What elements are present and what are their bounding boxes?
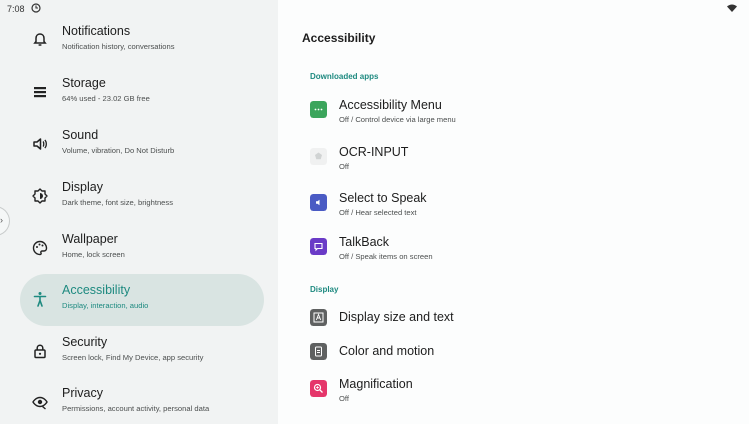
sidebar-item-subtitle: 64% used - 23.02 GB free xyxy=(62,94,150,103)
sidebar-item-display[interactable]: Display Dark theme, font size, brightnes… xyxy=(20,171,264,223)
sidebar-item-subtitle: Screen lock, Find My Device, app securit… xyxy=(62,353,204,362)
bell-icon xyxy=(33,33,47,46)
pref-title: Display size and text xyxy=(339,310,454,324)
display-size-icon xyxy=(310,309,327,326)
pref-title: TalkBack xyxy=(339,235,390,249)
pref-title: Select to Speak xyxy=(339,191,427,205)
sidebar-item-title: Notifications xyxy=(62,24,131,38)
pref-title: Magnification xyxy=(339,377,413,391)
color-motion-icon xyxy=(310,343,327,360)
pref-title: Color and motion xyxy=(339,344,435,358)
sidebar-item-storage[interactable]: Storage 64% used - 23.02 GB free xyxy=(20,67,264,119)
eye-icon xyxy=(32,396,48,410)
storage-icon xyxy=(34,87,46,98)
brightness-icon xyxy=(32,188,48,204)
pref-select-to-speak[interactable]: Select to Speak Off / Hear selected text xyxy=(310,191,730,232)
pref-subtitle: Off xyxy=(339,162,349,171)
accessibility-icon xyxy=(33,292,47,307)
sidebar-item-subtitle: Display, interaction, audio xyxy=(62,301,149,310)
lock-icon xyxy=(34,344,46,359)
sidebar-item-subtitle: Notification history, conversations xyxy=(62,42,175,51)
sidebar-item-sound[interactable]: Sound Volume, vibration, Do Not Disturb xyxy=(20,119,264,171)
pref-title: Accessibility Menu xyxy=(339,98,442,112)
sidebar-item-title: Display xyxy=(62,180,103,194)
sidebar-item-title: Accessibility xyxy=(62,283,131,297)
page-title: Accessibility xyxy=(302,31,376,45)
pref-subtitle: Off xyxy=(339,394,349,403)
sidebar-item-subtitle: Permissions, account activity, personal … xyxy=(62,404,210,413)
pref-title: OCR-INPUT xyxy=(339,145,409,159)
pref-talkback[interactable]: TalkBack Off / Speak items on screen xyxy=(310,235,730,276)
clock-icon xyxy=(31,3,41,13)
pref-magnification[interactable]: Magnification Off xyxy=(310,377,730,418)
handle-chevron: › xyxy=(0,215,3,225)
status-time: 7:08 xyxy=(7,4,25,14)
accessibility-menu-icon xyxy=(310,101,327,118)
sidebar-item-wallpaper[interactable]: Wallpaper Home, lock screen xyxy=(20,223,264,275)
pref-accessibility-menu[interactable]: Accessibility Menu Off / Control device … xyxy=(310,98,730,139)
pref-color-and-motion[interactable]: Color and motion xyxy=(310,343,730,381)
sidebar-item-title: Privacy xyxy=(62,386,103,400)
magnification-icon xyxy=(310,380,327,397)
wifi-icon xyxy=(727,4,737,12)
sidebar-item-subtitle: Dark theme, font size, brightness xyxy=(62,198,174,207)
select-to-speak-icon xyxy=(310,194,327,211)
sidebar-item-security[interactable]: Security Screen lock, Find My Device, ap… xyxy=(20,326,264,378)
sidebar-item-subtitle: Home, lock screen xyxy=(62,250,125,259)
pref-display-size-and-text[interactable]: Display size and text xyxy=(310,309,730,347)
sidebar-item-title: Wallpaper xyxy=(62,232,118,246)
palette-icon xyxy=(32,240,48,256)
sidebar-item-title: Security xyxy=(62,335,108,349)
sidebar-item-accessibility[interactable]: Accessibility Display, interaction, audi… xyxy=(20,274,264,326)
ocr-input-icon xyxy=(310,148,327,165)
sidebar-item-title: Storage xyxy=(62,76,106,90)
section-header-downloaded-apps: Downloaded apps xyxy=(310,72,379,81)
sidebar-item-subtitle: Volume, vibration, Do Not Disturb xyxy=(62,146,175,155)
talkback-icon xyxy=(310,238,327,255)
sidebar-item-notifications[interactable]: Notifications Notification history, conv… xyxy=(20,15,264,67)
pref-subtitle: Off / Speak items on screen xyxy=(339,252,433,261)
speaker-icon xyxy=(33,138,47,150)
pref-subtitle: Off / Control device via large menu xyxy=(339,115,456,124)
sidebar-item-title: Sound xyxy=(62,128,99,142)
pref-subtitle: Off / Hear selected text xyxy=(339,208,417,217)
section-header-display: Display xyxy=(310,285,339,294)
pref-ocr-input[interactable]: OCR-INPUT Off xyxy=(310,145,730,186)
sidebar-item-privacy[interactable]: Privacy Permissions, account activity, p… xyxy=(20,377,264,424)
